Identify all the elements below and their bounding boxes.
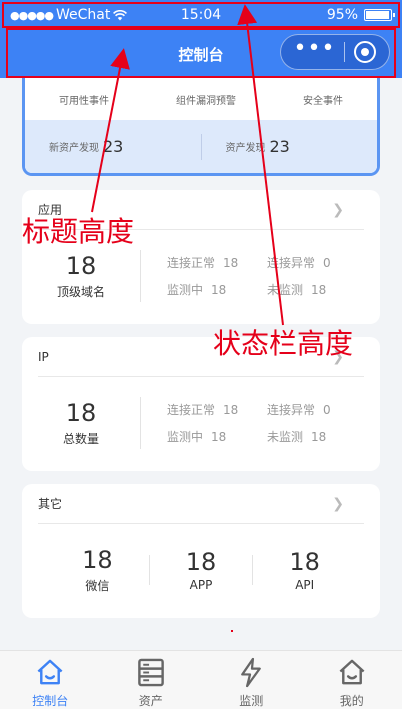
battery-icon bbox=[364, 9, 395, 21]
chevron-right-icon: ❯ bbox=[332, 495, 344, 512]
top-level-domain-value: 18 bbox=[65, 252, 97, 281]
app-value: 18 bbox=[185, 547, 217, 576]
app-stats-grid: 连接正常 18 连接异常 0 监测中 18 未监测 18 bbox=[141, 254, 380, 298]
capsule-divider bbox=[344, 42, 346, 62]
tab-assets[interactable]: 资产 bbox=[101, 651, 202, 709]
status-bar-right: 95% bbox=[326, 7, 395, 23]
api-stat[interactable]: 18 API bbox=[253, 548, 356, 593]
tab-mine-label: 我的 bbox=[339, 694, 364, 708]
summary-card: 可用性事件 组件漏洞预警 安全事件 新资产发现 23 资产发现 23 bbox=[22, 78, 380, 176]
component-vuln-alert-link[interactable]: 组件漏洞预警 bbox=[176, 92, 236, 107]
top-level-domain-stat: 18 顶级域名 bbox=[22, 252, 140, 300]
wifi-icon bbox=[113, 9, 128, 20]
battery-fill bbox=[366, 11, 389, 19]
app-card-header[interactable]: 应用 ❯ bbox=[38, 190, 364, 230]
status-bar-left: ●●●●● WeChat bbox=[10, 7, 128, 23]
stat-monitoring: 监测中 18 bbox=[167, 283, 227, 297]
home-outline-icon bbox=[339, 659, 365, 685]
ip-total-value: 18 bbox=[65, 399, 97, 428]
asset-discovery[interactable]: 资产发现 23 bbox=[202, 137, 378, 156]
stat-not-monitored: 未监测 18 bbox=[267, 430, 327, 444]
app-card-body: 18 顶级域名 连接正常 18 连接异常 0 监测中 18 未监测 18 bbox=[22, 230, 380, 322]
summary-event-row: 可用性事件 组件漏洞预警 安全事件 bbox=[25, 78, 377, 120]
other-card-header[interactable]: 其它 ❯ bbox=[38, 484, 364, 524]
tab-monitor-label: 监测 bbox=[239, 694, 264, 708]
ip-total-stat: 18 总数量 bbox=[22, 399, 140, 447]
tab-mine[interactable]: 我的 bbox=[302, 651, 402, 709]
other-card-body: 18 微信 18 APP 18 API bbox=[22, 524, 380, 616]
stat-monitoring: 监测中 18 bbox=[167, 430, 227, 444]
availability-events-link[interactable]: 可用性事件 bbox=[59, 92, 109, 107]
new-asset-value: 23 bbox=[103, 137, 124, 156]
mini-program-capsule: ••• bbox=[280, 34, 390, 70]
other-card: 其它 ❯ 18 微信 18 APP 18 API bbox=[22, 484, 380, 618]
stat-connection-error: 连接异常 0 bbox=[267, 403, 331, 417]
ip-total-label: 总数量 bbox=[62, 431, 99, 446]
tab-monitor[interactable]: 监测 bbox=[201, 651, 302, 709]
other-card-title: 其它 bbox=[38, 497, 63, 511]
ip-card-header[interactable]: IP ❯ bbox=[38, 337, 364, 377]
app-label: APP bbox=[189, 578, 213, 593]
asset-discovery-label: 资产发现 bbox=[225, 143, 266, 154]
api-label: API bbox=[295, 578, 315, 593]
app-card-title: 应用 bbox=[38, 203, 63, 217]
signal-icon: ●●●●● bbox=[10, 8, 54, 22]
asset-discovery-value: 23 bbox=[269, 137, 290, 156]
wechat-stat[interactable]: 18 微信 bbox=[46, 546, 149, 594]
api-value: 18 bbox=[289, 547, 320, 576]
close-mini-program-icon[interactable] bbox=[354, 41, 377, 63]
ip-card-title: IP bbox=[38, 349, 49, 364]
carrier-label: WeChat bbox=[56, 7, 111, 23]
new-asset-discovery[interactable]: 新资产发现 23 bbox=[25, 137, 201, 156]
chevron-right-icon: ❯ bbox=[332, 348, 344, 365]
ip-stats-grid: 连接正常 18 连接异常 0 监测中 18 未监测 18 bbox=[141, 401, 380, 445]
tab-assets-label: 资产 bbox=[138, 694, 163, 708]
stat-connected: 连接正常 18 bbox=[167, 256, 239, 270]
battery-percent: 95% bbox=[326, 7, 358, 23]
tab-bar: 控制台 资产 监测 我的 bbox=[0, 650, 402, 709]
stat-connection-error: 连接异常 0 bbox=[267, 256, 331, 270]
new-asset-label: 新资产发现 bbox=[49, 143, 99, 154]
ip-card-body: 18 总数量 连接正常 18 连接异常 0 监测中 18 未监测 18 bbox=[22, 377, 380, 469]
app-stat[interactable]: 18 APP bbox=[150, 548, 253, 593]
security-events-link[interactable]: 安全事件 bbox=[303, 92, 343, 107]
app-card: 应用 ❯ 18 顶级域名 连接正常 18 连接异常 0 监测中 18 未监测 18 bbox=[22, 190, 380, 324]
stat-connected: 连接正常 18 bbox=[167, 403, 239, 417]
wechat-value: 18 bbox=[82, 546, 113, 575]
summary-asset-row: 新资产发现 23 资产发现 23 bbox=[25, 120, 377, 173]
home-icon bbox=[37, 659, 63, 685]
stat-not-monitored: 未监测 18 bbox=[267, 283, 327, 297]
status-bar: ●●●●● WeChat 15:04 95% bbox=[0, 0, 402, 30]
lightning-icon bbox=[241, 657, 262, 688]
tab-dashboard-label: 控制台 bbox=[32, 694, 69, 708]
nav-bar: 控制台 ••• bbox=[0, 30, 402, 78]
tab-dashboard[interactable]: 控制台 bbox=[0, 651, 101, 709]
wechat-label: 微信 bbox=[85, 578, 110, 593]
chevron-right-icon: ❯ bbox=[332, 201, 344, 218]
page-title: 控制台 bbox=[178, 45, 224, 64]
decorative-dot bbox=[231, 630, 233, 632]
more-icon[interactable]: ••• bbox=[294, 38, 336, 60]
server-icon bbox=[137, 658, 164, 687]
ip-card: IP ❯ 18 总数量 连接正常 18 连接异常 0 监测中 18 未监测 18 bbox=[22, 337, 380, 471]
top-level-domain-label: 顶级域名 bbox=[56, 284, 105, 299]
